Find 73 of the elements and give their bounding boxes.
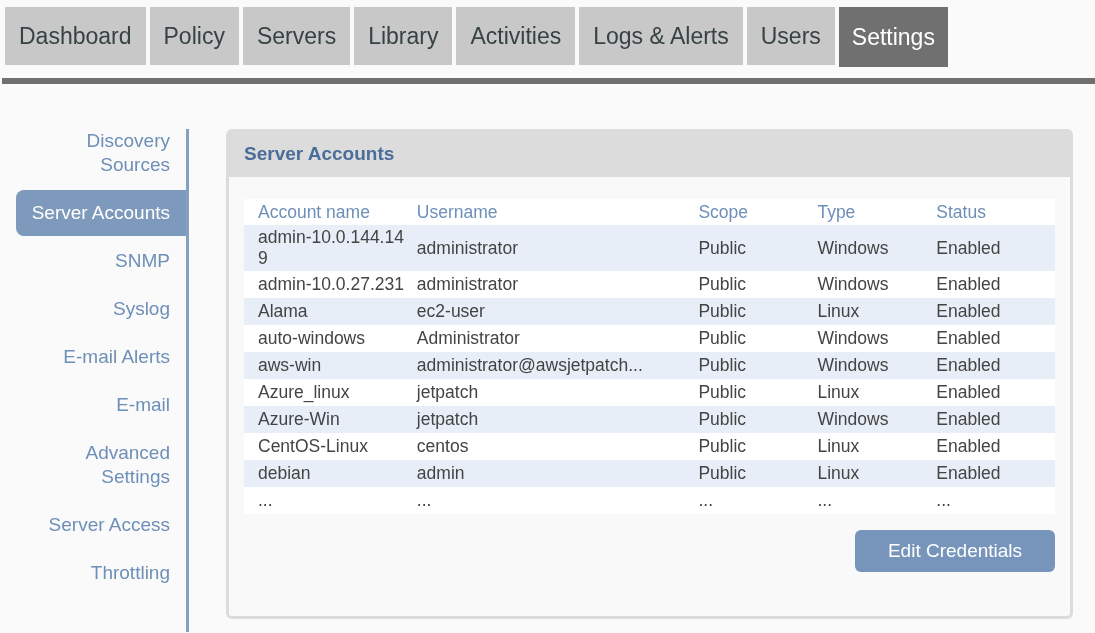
table-cell: Public (698, 433, 818, 461)
table-cell: Administrator (416, 325, 699, 353)
table-cell: Public (698, 225, 818, 272)
table-cell: auto-windows (244, 325, 417, 353)
table-cell: aws-win (244, 352, 417, 380)
table-cell: ... (817, 487, 937, 515)
nav-tab[interactable]: Servers (242, 7, 351, 65)
table-cell: Windows (817, 271, 937, 299)
table-cell: Windows (817, 225, 937, 272)
sidebar-item[interactable]: Server Access (16, 502, 186, 548)
table-cell: Azure-Win (244, 406, 417, 434)
table-cell: ... (416, 487, 699, 515)
column-header: Scope (698, 199, 818, 226)
table-cell: Public (698, 352, 818, 380)
table-cell: administrator (416, 225, 699, 272)
column-header: Account name (244, 199, 417, 226)
table-cell: Enabled (936, 352, 1055, 380)
table-cell: admin (416, 460, 699, 488)
table-cell: Linux (817, 379, 937, 407)
sidebar-item[interactable]: Advanced Settings (16, 430, 186, 500)
nav-tab[interactable]: Dashboard (5, 7, 146, 65)
table-cell: Public (698, 271, 818, 299)
table-cell: jetpatch (416, 379, 699, 407)
nav-tab[interactable]: Policy (149, 7, 239, 65)
table-cell: admin-10.0.27.231 (244, 271, 417, 299)
panel-title: Server Accounts (244, 142, 395, 167)
table-cell: Enabled (936, 460, 1055, 488)
table-cell: Linux (817, 298, 937, 326)
table-cell: Linux (817, 460, 937, 488)
table-cell: CentOS-Linux (244, 433, 417, 461)
table-cell: ... (936, 487, 1055, 515)
nav-tab[interactable]: Logs & Alerts (579, 7, 743, 65)
sidebar-item[interactable]: SNMP (16, 238, 186, 284)
table-cell: Windows (817, 406, 937, 434)
table-cell: Linux (817, 433, 937, 461)
table-cell: Public (698, 379, 818, 407)
column-header: Status (936, 199, 1055, 226)
table-cell: Enabled (936, 325, 1055, 353)
nav-tab[interactable]: Activities (456, 7, 576, 65)
table-cell: Enabled (936, 298, 1055, 326)
table-cell: Enabled (936, 225, 1055, 272)
table-cell: ec2-user (416, 298, 699, 326)
sidebar-item[interactable]: E-mail (16, 382, 186, 428)
table-cell: Windows (817, 325, 937, 353)
table-cell: Azure_linux (244, 379, 417, 407)
table-cell: Public (698, 298, 818, 326)
table-cell: debian (244, 460, 417, 488)
column-header: Username (416, 199, 699, 226)
edit-credentials-button[interactable]: Edit Credentials (855, 530, 1055, 573)
table-cell: ... (244, 487, 417, 515)
table-cell: Enabled (936, 433, 1055, 461)
table-cell: Alama (244, 298, 417, 326)
nav-tab[interactable]: Library (354, 7, 453, 65)
table-cell: centos (416, 433, 699, 461)
table-cell: Enabled (936, 271, 1055, 299)
table-cell: Public (698, 406, 818, 434)
table-cell: ... (698, 487, 818, 515)
sidebar-item[interactable]: E-mail Alerts (16, 334, 186, 380)
table-cell: Public (698, 460, 818, 488)
sidebar-item[interactable]: Throttling (16, 550, 186, 596)
table-cell: jetpatch (416, 406, 699, 434)
nav-tab[interactable]: Users (746, 7, 835, 65)
table-cell: administrator@awsjetpatch... (416, 352, 699, 380)
table-cell: administrator (416, 271, 699, 299)
sidebar-item[interactable]: Discovery Sources (16, 129, 186, 188)
sidebar-item[interactable]: Syslog (16, 286, 186, 332)
table-cell: Public (698, 325, 818, 353)
column-header: Type (817, 199, 937, 226)
nav-tab[interactable]: Settings (838, 7, 948, 67)
table-cell: Enabled (936, 406, 1055, 434)
sidebar-item[interactable]: Server Accounts (16, 190, 186, 236)
table-cell: Enabled (936, 379, 1055, 407)
table-cell: Windows (817, 352, 937, 380)
